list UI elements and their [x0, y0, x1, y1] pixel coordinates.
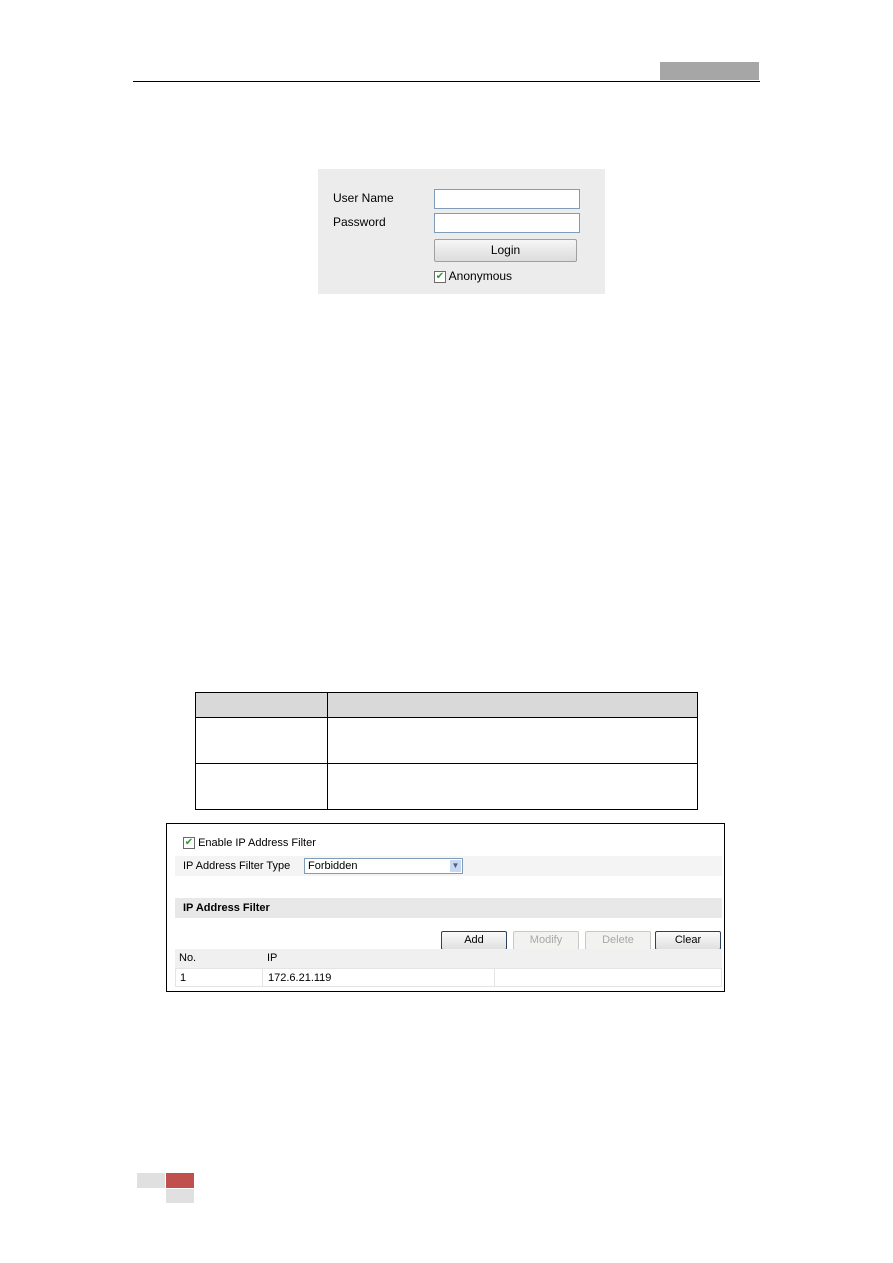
table-header-cell [327, 692, 698, 718]
table-row[interactable]: 1 172.6.21.119 [175, 968, 722, 987]
user-name-input[interactable] [434, 189, 580, 209]
anonymous-label: Anonymous [448, 269, 513, 283]
header-bar [660, 62, 759, 80]
filter-type-value: Forbidden [308, 860, 358, 872]
footer-block-gray [166, 1189, 194, 1203]
login-panel: User Name Password Login ✔ Anonymous [318, 169, 605, 294]
ip-filter-panel: ✔ Enable IP Address Filter IP Address Fi… [166, 823, 725, 992]
table-header-cell [195, 692, 328, 718]
table-row [195, 763, 698, 810]
section-title: IP Address Filter [183, 902, 270, 914]
anonymous-checkbox[interactable]: ✔ Anonymous [434, 269, 512, 283]
modify-button[interactable]: Modify [513, 931, 579, 950]
checkmark-icon: ✔ [183, 837, 195, 850]
password-label: Password [333, 215, 386, 229]
password-input[interactable] [434, 213, 580, 233]
delete-button[interactable]: Delete [585, 931, 651, 950]
clear-button[interactable]: Clear [655, 931, 721, 950]
document-page: User Name Password Login ✔ Anonymous ✔ E… [0, 0, 893, 1263]
filter-type-label: IP Address Filter Type [183, 860, 291, 872]
enable-ip-filter-label: Enable IP Address Filter [198, 837, 316, 849]
chevron-down-icon: ▼ [450, 860, 461, 872]
checkmark-icon: ✔ [434, 270, 446, 283]
footer-block-red [166, 1173, 194, 1188]
column-ip: IP [267, 952, 278, 964]
ip-list-header: No. IP [175, 949, 722, 968]
section-header: IP Address Filter [175, 898, 722, 918]
footer-block-gray [137, 1173, 165, 1188]
user-name-label: User Name [333, 191, 394, 205]
header-rule [133, 81, 760, 82]
add-button[interactable]: Add [441, 931, 507, 950]
filter-type-row: IP Address Filter Type Forbidden ▼ [175, 856, 722, 876]
table-row [195, 717, 698, 764]
enable-ip-filter-checkbox[interactable]: ✔ Enable IP Address Filter [183, 837, 730, 850]
filter-type-select[interactable]: Forbidden ▼ [304, 858, 463, 874]
parameter-table [195, 692, 698, 810]
column-no: No. [179, 952, 197, 964]
row-ip: 172.6.21.119 [268, 972, 332, 984]
login-button[interactable]: Login [434, 239, 577, 262]
row-no: 1 [180, 972, 187, 984]
